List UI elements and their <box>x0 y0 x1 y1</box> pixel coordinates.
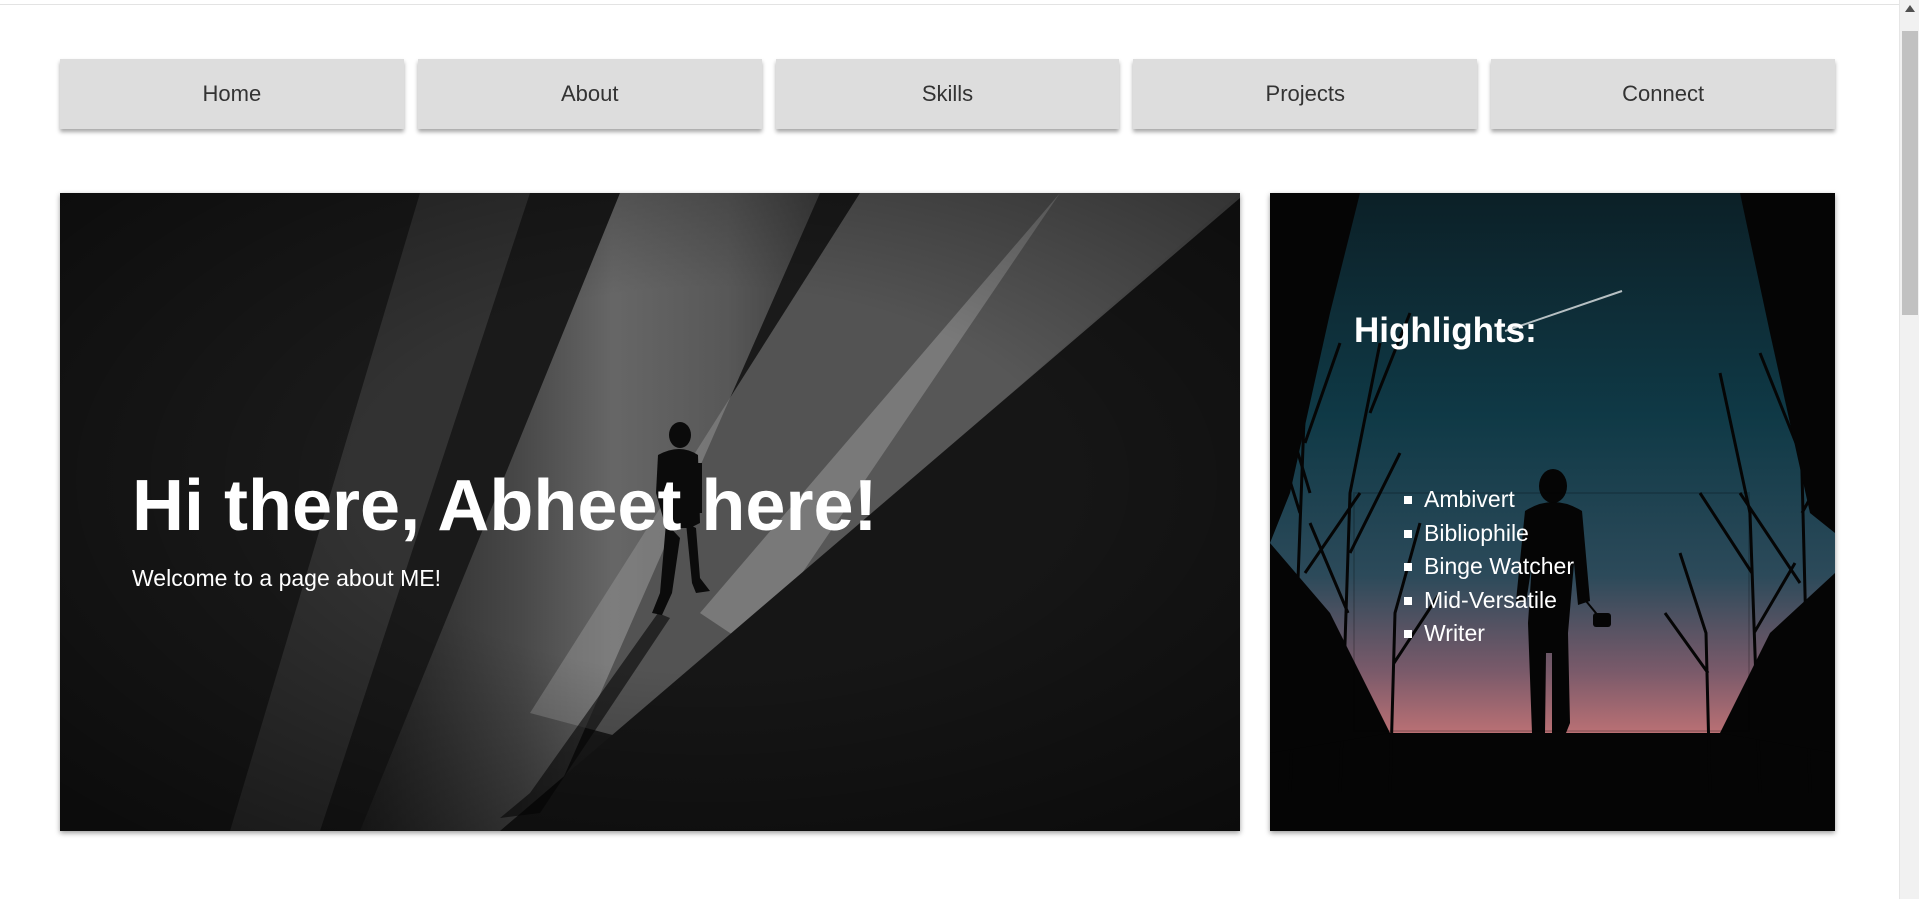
list-item: Bibliophile <box>1404 517 1574 551</box>
list-item-label: Writer <box>1424 620 1485 646</box>
bullet-icon <box>1404 630 1412 638</box>
bullet-icon <box>1404 563 1412 571</box>
top-border <box>0 0 1900 5</box>
bullet-icon <box>1404 596 1412 605</box>
hero-panel: Hi there, Abheet here! Welcome to a page… <box>60 193 1240 831</box>
nav-home-button[interactable]: Home <box>60 59 404 129</box>
list-item: Binge Watcher <box>1404 550 1574 584</box>
nav-projects-button[interactable]: Projects <box>1133 59 1478 129</box>
bullet-icon <box>1404 496 1412 504</box>
list-item-label: Ambivert <box>1424 486 1515 512</box>
nav-connect-button[interactable]: Connect <box>1491 59 1835 129</box>
scrollbar-thumb[interactable] <box>1902 31 1918 315</box>
list-item-label: Bibliophile <box>1424 519 1529 546</box>
scroll-up-arrow-icon[interactable] <box>1900 0 1919 17</box>
nav-about-button[interactable]: About <box>417 59 762 129</box>
list-item: Ambivert <box>1404 483 1574 517</box>
highlights-title: Highlights: <box>1354 311 1537 350</box>
highlights-list: Ambivert Bibliophile Binge Watcher Mid-V… <box>1404 483 1574 651</box>
list-item: Mid-Versatile <box>1404 584 1574 618</box>
list-item: Writer <box>1404 617 1574 651</box>
highlights-panel: Highlights: Ambivert Bibliophile Binge W… <box>1270 193 1835 831</box>
hero-subtitle: Welcome to a page about ME! <box>132 565 441 591</box>
vertical-scrollbar[interactable] <box>1899 0 1919 899</box>
nav-skills-button[interactable]: Skills <box>775 59 1120 129</box>
main-nav: Home About Skills Projects Connect <box>60 59 1835 129</box>
bullet-icon <box>1404 529 1412 538</box>
page: Home About Skills Projects Connect Hi th… <box>0 0 1900 899</box>
hero-title: Hi there, Abheet here! <box>132 466 878 546</box>
list-item-label: Mid-Versatile <box>1424 586 1557 613</box>
list-item-label: Binge Watcher <box>1424 553 1574 579</box>
